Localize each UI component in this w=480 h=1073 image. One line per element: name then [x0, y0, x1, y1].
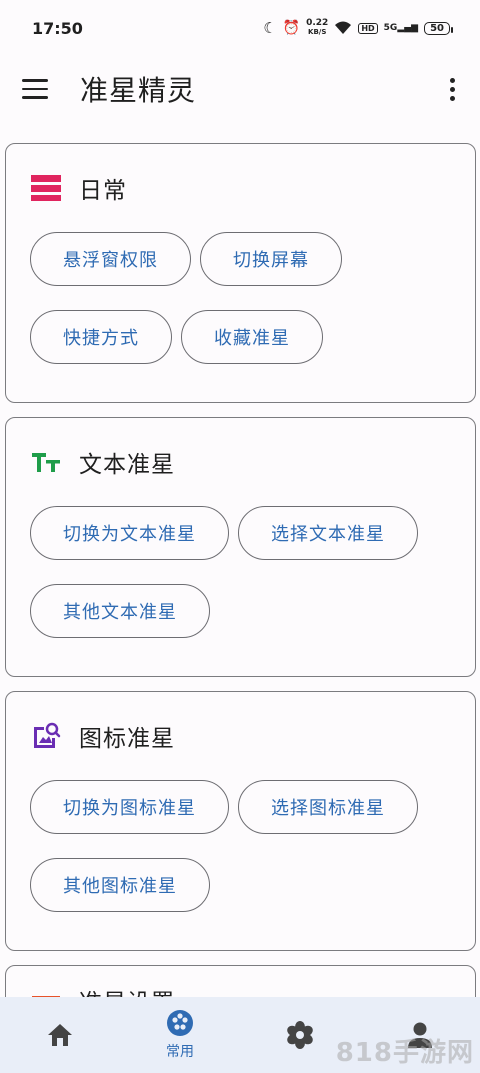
section-title: 文本准星 [79, 452, 175, 478]
switch-to-icon-crosshair-button[interactable]: 切换为图标准星 [30, 780, 229, 834]
section-card-text-crosshair: 文本准星 切换为文本准星 选择文本准星 其他文本准星 [5, 417, 476, 677]
net-speed: 0.22 KB/S [306, 19, 328, 37]
wifi-icon [335, 21, 352, 34]
select-icon-crosshair-button[interactable]: 选择图标准星 [238, 780, 418, 834]
button-group: 切换为图标准星 选择图标准星 其他图标准星 [6, 780, 456, 912]
status-bar: 17:50 ☾ ⏰ 0.22 KB/S HD 5G▂▄▆ 50 [0, 0, 480, 56]
menu-icon[interactable] [22, 71, 58, 107]
shortcut-button[interactable]: 快捷方式 [30, 310, 172, 364]
more-vert-icon[interactable] [446, 77, 458, 101]
other-text-crosshair-button[interactable]: 其他文本准星 [30, 584, 210, 638]
net-speed-value: 0.22 [306, 18, 329, 28]
bottom-nav: 常用 818手游网 [0, 997, 480, 1073]
section-card-icon-crosshair: 图标准星 切换为图标准星 选择图标准星 其他图标准星 [5, 691, 476, 951]
nav-item-home[interactable] [0, 997, 120, 1073]
signal-icon: 5G▂▄▆ [383, 23, 419, 33]
button-group: 切换为文本准星 选择文本准星 其他文本准星 [6, 506, 456, 638]
watermark: 818手游网 [335, 1038, 474, 1068]
image-search-icon [31, 721, 61, 751]
battery-icon: 50 [424, 21, 453, 35]
button-group: 悬浮窗权限 切换屏幕 快捷方式 收藏准星 [6, 232, 456, 364]
net-speed-unit: KB/S [308, 28, 327, 36]
alarm-icon: ⏰ [282, 20, 301, 36]
status-time: 17:50 [32, 18, 83, 38]
hd-badge: HD [358, 22, 378, 34]
section-title: 图标准星 [79, 726, 175, 752]
nav-label-common: 常用 [166, 1044, 194, 1060]
common-palette-icon [167, 1010, 193, 1036]
nav-item-common[interactable]: 常用 [120, 997, 240, 1073]
signal-label: 5G [383, 23, 398, 33]
select-text-crosshair-button[interactable]: 选择文本准星 [238, 506, 418, 560]
section-header: 日常 [31, 168, 475, 208]
daily-list-icon [31, 173, 61, 203]
section-header: 文本准星 [31, 442, 475, 482]
section-card-daily: 日常 悬浮窗权限 切换屏幕 快捷方式 收藏准星 [5, 143, 476, 403]
text-size-icon [31, 447, 61, 477]
other-icon-crosshair-button[interactable]: 其他图标准星 [30, 858, 210, 912]
section-title: 日常 [79, 178, 127, 204]
switch-screen-button[interactable]: 切换屏幕 [200, 232, 342, 286]
status-icons: ☾ ⏰ 0.22 KB/S HD 5G▂▄▆ 50 [263, 19, 453, 37]
section-header: 图标准星 [31, 716, 475, 756]
app-title: 准星精灵 [80, 74, 197, 107]
switch-to-text-crosshair-button[interactable]: 切换为文本准星 [30, 506, 229, 560]
home-icon [48, 1024, 72, 1046]
float-window-permission-button[interactable]: 悬浮窗权限 [30, 232, 191, 286]
favorite-crosshair-button[interactable]: 收藏准星 [181, 310, 323, 364]
dnd-moon-icon: ☾ [263, 19, 277, 37]
app-bar: 准星精灵 [0, 56, 480, 122]
flower-settings-icon [287, 1021, 313, 1049]
